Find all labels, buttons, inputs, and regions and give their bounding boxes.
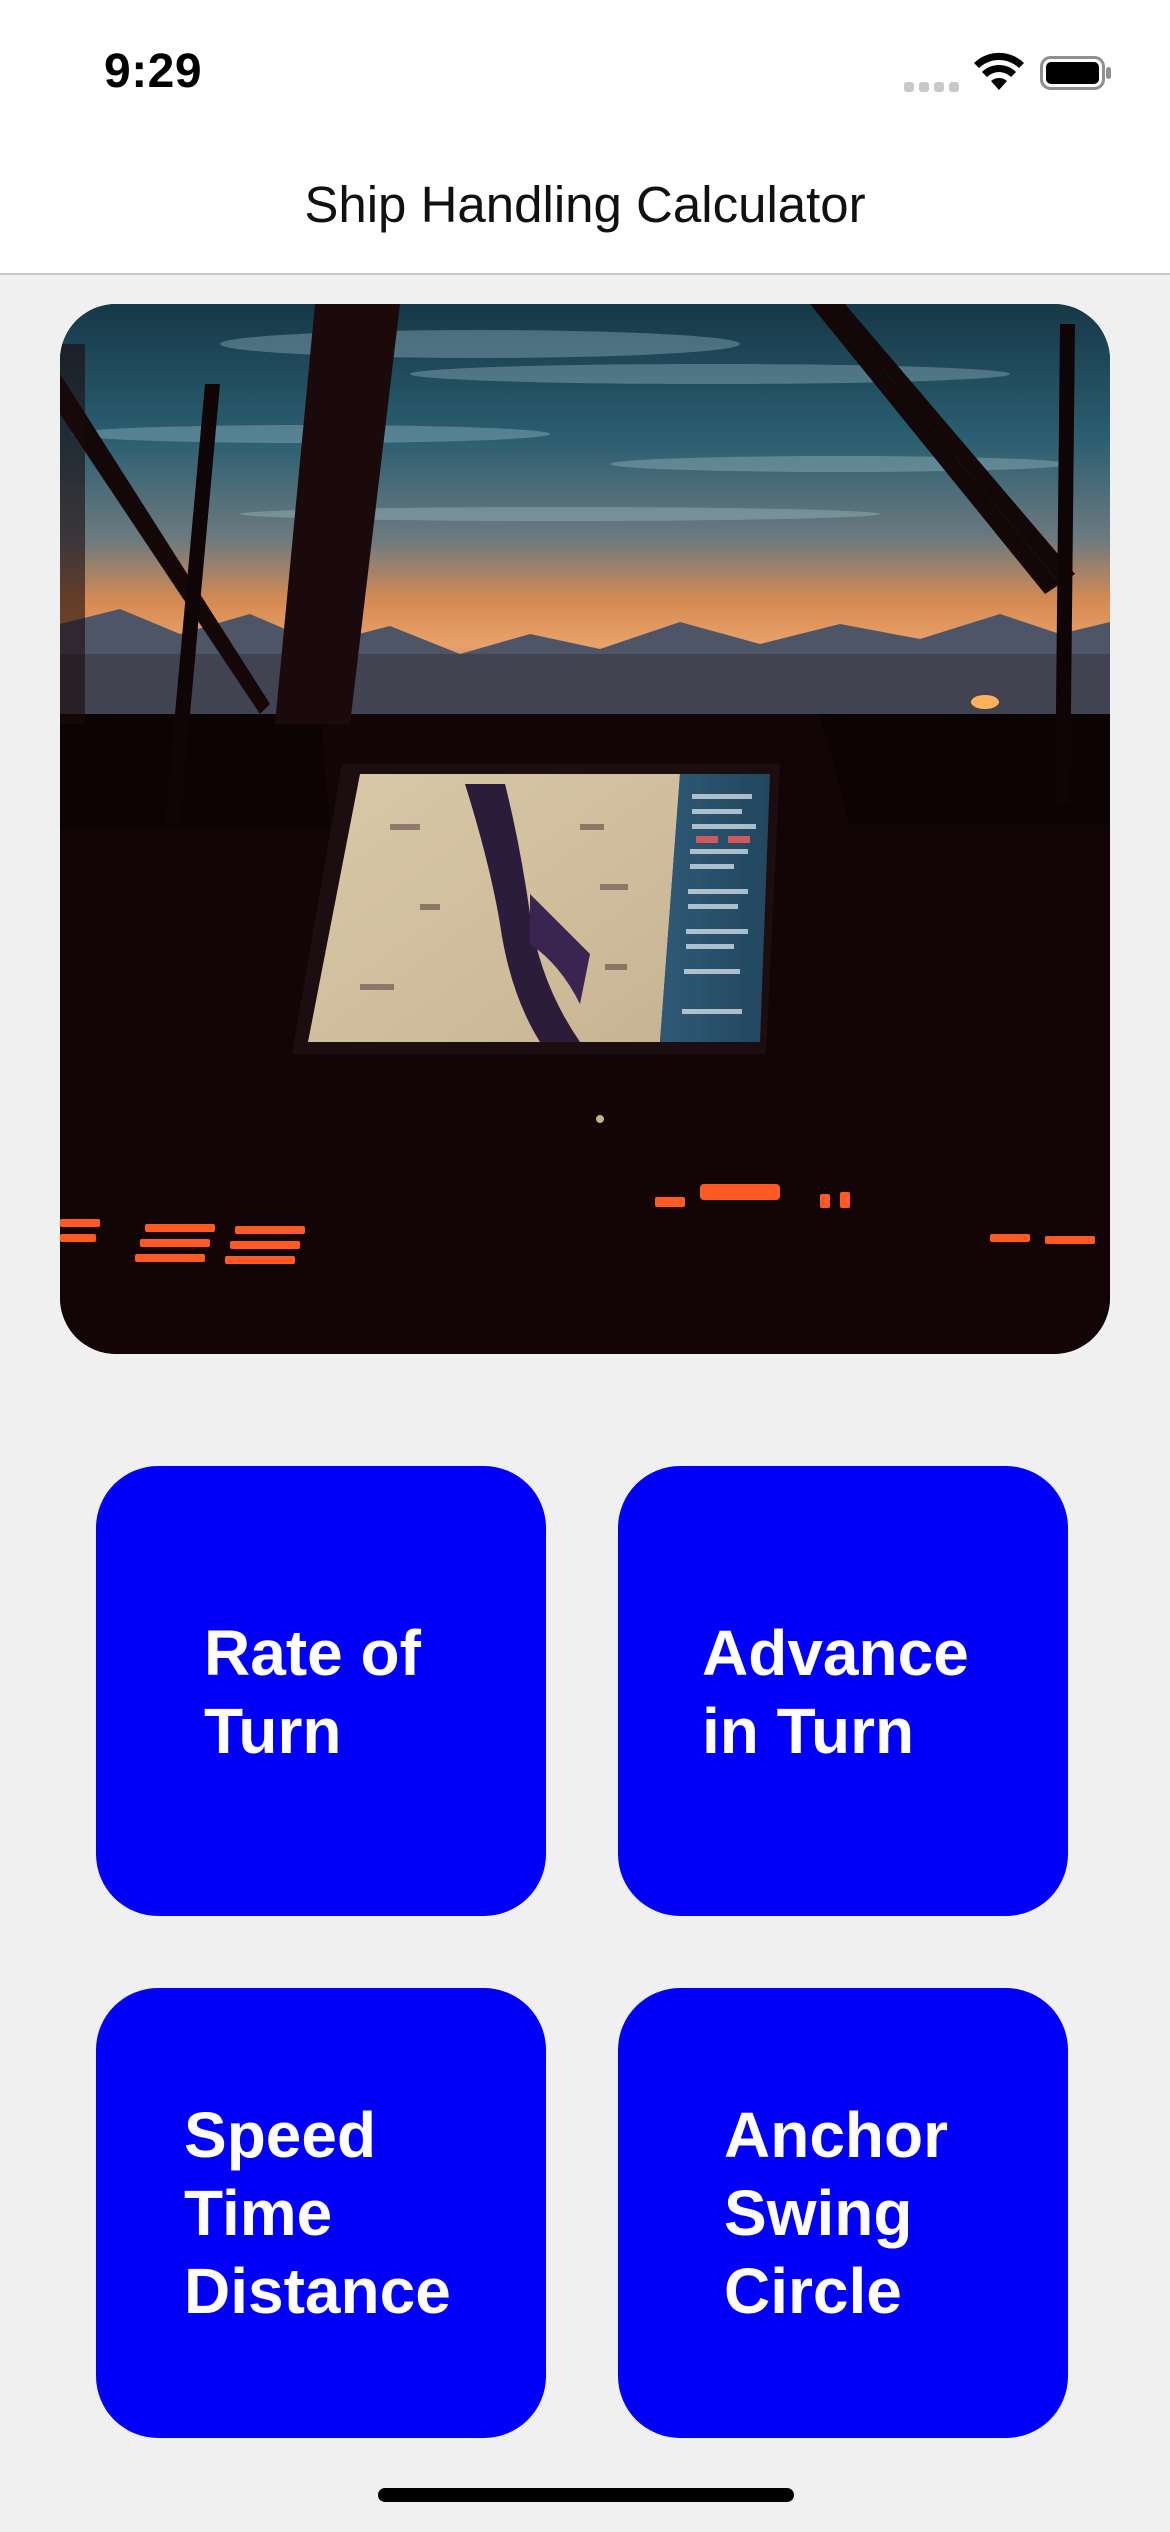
home-indicator[interactable] xyxy=(378,2488,794,2502)
ship-bridge-photo xyxy=(60,304,1110,1354)
rate-of-turn-button[interactable]: Rate of Turn xyxy=(96,1466,546,1916)
advance-in-turn-button[interactable]: Advance in Turn xyxy=(618,1466,1068,1916)
status-bar: 9:29 xyxy=(0,0,1170,145)
wifi-icon xyxy=(974,52,1024,90)
anchor-swing-circle-label: Anchor Swing Circle xyxy=(724,2099,948,2327)
ship-bridge-image xyxy=(60,304,1110,1354)
speed-time-distance-label: Speed Time Distance xyxy=(184,2099,451,2327)
page-title: Ship Handling Calculator xyxy=(304,176,866,233)
advance-in-turn-label: Advance in Turn xyxy=(702,1617,969,1767)
status-time: 9:29 xyxy=(104,45,203,98)
anchor-swing-circle-button[interactable]: Anchor Swing Circle xyxy=(618,1988,1068,2438)
cellular-signal-icon xyxy=(904,82,959,92)
speed-time-distance-button[interactable]: Speed Time Distance xyxy=(96,1988,546,2438)
navigation-bar: Ship Handling Calculator xyxy=(0,145,1170,275)
battery-icon xyxy=(1040,56,1111,90)
rate-of-turn-label: Rate of Turn xyxy=(204,1617,421,1767)
